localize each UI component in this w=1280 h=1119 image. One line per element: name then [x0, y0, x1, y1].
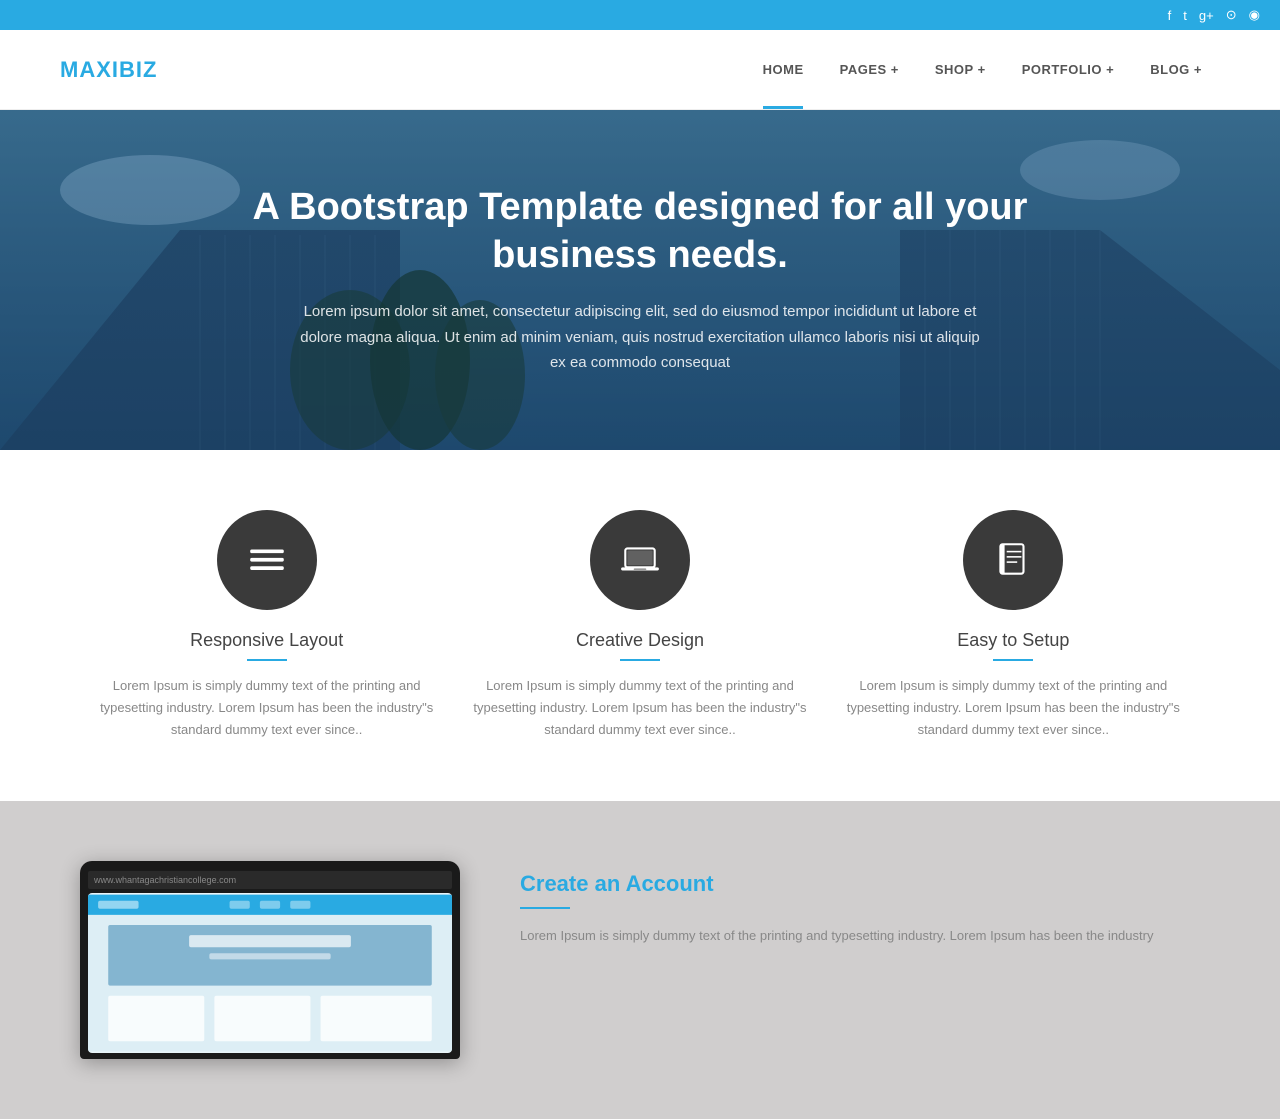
googleplus-icon[interactable]: g+	[1199, 8, 1214, 23]
nav-shop[interactable]: SHOP +	[917, 30, 1004, 109]
feature-title-3: Easy to Setup	[957, 630, 1069, 651]
device-screen	[88, 893, 452, 1053]
nav-home[interactable]: HOME	[745, 30, 822, 109]
book-icon	[992, 539, 1034, 581]
cta-underline	[520, 907, 570, 909]
device-url-bar: www.whantagachristiancollege.com	[88, 871, 452, 889]
cta-title: Create an Account	[520, 871, 1200, 897]
feature-underline-2	[620, 659, 660, 661]
feature-setup: Easy to Setup Lorem Ipsum is simply dumm…	[845, 510, 1181, 741]
feature-responsive: Responsive Layout Lorem Ipsum is simply …	[99, 510, 435, 741]
feature-creative: Creative Design Lorem Ipsum is simply du…	[472, 510, 808, 741]
cta-section: www.whantagachristiancollege.com	[0, 801, 1280, 1119]
feature-desc-1: Lorem Ipsum is simply dummy text of the …	[99, 675, 435, 741]
hero-content: A Bootstrap Template designed for all yo…	[0, 184, 1280, 376]
top-bar: f t g+ ⊙ ◉	[0, 0, 1280, 30]
menu-icon	[246, 539, 288, 581]
device-url-text: www.whantagachristiancollege.com	[94, 875, 236, 885]
device-mockup: www.whantagachristiancollege.com	[80, 861, 460, 1059]
hero-subtitle: Lorem ipsum dolor sit amet, consectetur …	[300, 299, 980, 376]
cta-desc: Lorem Ipsum is simply dummy text of the …	[520, 925, 1200, 947]
feature-icon-creative	[590, 510, 690, 610]
feature-desc-2: Lorem Ipsum is simply dummy text of the …	[472, 675, 808, 741]
feature-desc-3: Lorem Ipsum is simply dummy text of the …	[845, 675, 1181, 741]
laptop-icon	[619, 539, 661, 581]
feature-underline-1	[247, 659, 287, 661]
feature-underline-3	[993, 659, 1033, 661]
facebook-icon[interactable]: f	[1168, 8, 1172, 23]
dribbble-icon[interactable]: ⊙	[1226, 7, 1237, 23]
features-section: Responsive Layout Lorem Ipsum is simply …	[0, 450, 1280, 801]
device-frame: www.whantagachristiancollege.com	[80, 861, 460, 1059]
feature-icon-responsive	[217, 510, 317, 610]
main-nav: HOME PAGES + SHOP + PORTFOLIO + BLOG +	[745, 30, 1220, 109]
cta-text: Create an Account Lorem Ipsum is simply …	[520, 861, 1200, 947]
feature-title-1: Responsive Layout	[190, 630, 343, 651]
feature-title-2: Creative Design	[576, 630, 704, 651]
nav-portfolio[interactable]: PORTFOLIO +	[1004, 30, 1133, 109]
nav-pages[interactable]: PAGES +	[822, 30, 917, 109]
twitter-icon[interactable]: t	[1183, 8, 1187, 23]
nav-blog[interactable]: BLOG +	[1132, 30, 1220, 109]
rss-icon[interactable]: ◉	[1249, 7, 1260, 23]
hero-section: A Bootstrap Template designed for all yo…	[0, 110, 1280, 450]
hero-title: A Bootstrap Template designed for all yo…	[200, 184, 1080, 279]
logo-text: MAXI	[60, 57, 119, 82]
logo[interactable]: MAXIBIZ	[60, 57, 157, 83]
logo-accent: BIZ	[119, 57, 157, 82]
feature-icon-setup	[963, 510, 1063, 610]
header: MAXIBIZ HOME PAGES + SHOP + PORTFOLIO + …	[0, 30, 1280, 110]
